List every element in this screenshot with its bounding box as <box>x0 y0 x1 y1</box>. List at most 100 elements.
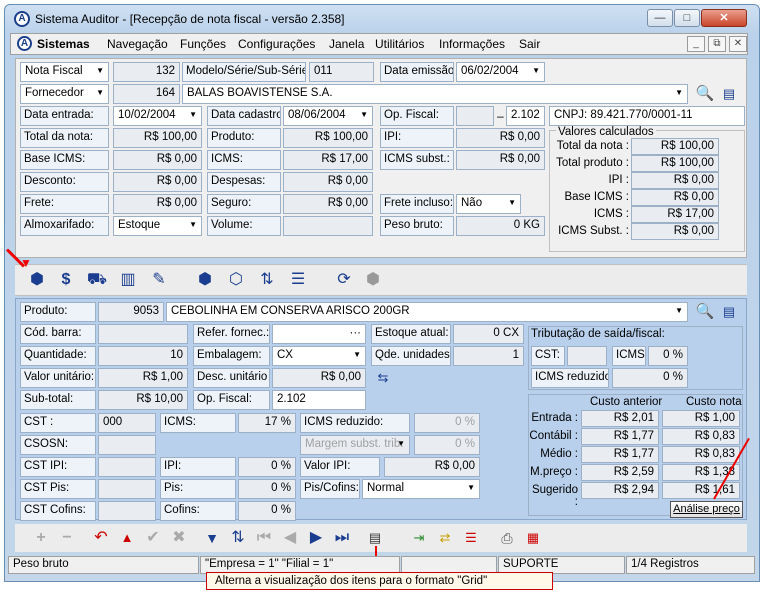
mdi-close-button[interactable]: ✕ <box>729 36 747 52</box>
desc-unitario-field[interactable]: R$ 0,00 <box>272 368 366 388</box>
qde-unidades-value[interactable]: 1 <box>453 346 524 366</box>
menu-sair[interactable]: Sair <box>519 37 540 51</box>
mdi-restore-button[interactable]: ⧉ <box>708 36 726 52</box>
next-record-icon[interactable]: ▶ <box>305 527 327 549</box>
cst-cofins-label: CST Cofins: <box>20 501 96 521</box>
last-record-icon[interactable]: ⏭ <box>331 527 353 549</box>
cst-pis-field[interactable] <box>98 479 156 499</box>
item-produto-code[interactable]: 9053 <box>98 302 164 322</box>
menu-utilitarios[interactable]: Utilitários <box>375 37 424 51</box>
emission-date-field[interactable]: 06/02/2004 <box>456 62 545 82</box>
analise-preco-button[interactable]: Análise preço <box>670 501 743 518</box>
doc-type-select[interactable]: Nota Fiscal <box>20 62 109 82</box>
grid-view-icon[interactable]: ▤ <box>718 83 740 105</box>
valor-unitario-field[interactable]: R$ 1,00 <box>98 368 188 388</box>
confirm-icon[interactable]: ✔ <box>142 527 164 549</box>
seguro-value[interactable]: R$ 0,00 <box>283 194 373 214</box>
prev-record-icon[interactable]: ◀ <box>279 527 301 549</box>
frete-incluso-select[interactable]: Não <box>456 194 521 214</box>
search-icon[interactable]: 🔍 <box>694 83 716 105</box>
party-type-select[interactable]: Fornecedor <box>20 84 109 104</box>
op-fiscal-field[interactable]: 2.102 <box>506 106 545 126</box>
first-record-icon[interactable]: ⏮ <box>253 527 275 549</box>
menu-informacoes[interactable]: Informações <box>439 37 505 51</box>
cst-ipi-field[interactable] <box>98 457 156 477</box>
cod-barra-field[interactable] <box>98 324 188 344</box>
ipi-label: IPI: <box>380 128 454 148</box>
menu-janela[interactable]: Janela <box>329 37 364 51</box>
reg-date-field[interactable]: 08/06/2004 <box>283 106 373 126</box>
close-button[interactable]: ✕ <box>701 9 747 27</box>
embalagem-select[interactable]: CX <box>272 346 366 366</box>
peso-value[interactable]: 0 KG <box>456 216 545 236</box>
item-ipi-field[interactable]: 0 % <box>238 457 296 477</box>
sort-icon[interactable]: ⇅ <box>256 269 278 291</box>
trib-red-field[interactable]: 0 % <box>612 368 688 388</box>
seguro-label: Seguro: <box>207 194 281 214</box>
pis-cofins-select[interactable]: Normal <box>362 479 480 499</box>
margem-select[interactable]: Margem subst. trib. <box>300 435 410 455</box>
entry-date-field[interactable]: 10/02/2004 <box>113 106 202 126</box>
hexagon-icon[interactable]: ⬢ <box>362 269 384 291</box>
model-field[interactable]: 011 <box>309 62 374 82</box>
transfer-icon[interactable]: ⇄ <box>434 527 456 549</box>
volume-field[interactable] <box>283 216 373 236</box>
cst-field[interactable]: 000 <box>98 413 156 433</box>
sort-icon[interactable]: ⇅ <box>227 527 249 549</box>
warning-icon[interactable]: ▲ <box>116 527 138 549</box>
filter-icon[interactable]: ▼ <box>201 527 223 549</box>
valor-ipi-field: R$ 0,00 <box>384 457 480 477</box>
trib-cst-field[interactable] <box>567 346 607 366</box>
cancel-icon[interactable]: ✖ <box>168 527 190 549</box>
edit-icon[interactable]: ✎ <box>148 269 170 291</box>
cofins-field[interactable]: 0 % <box>238 501 296 521</box>
box-icon[interactable]: ⬢ <box>26 269 48 291</box>
cst-cofins-field[interactable] <box>98 501 156 521</box>
supplier-name-select[interactable]: BALAS BOAVISTENSE S.A. <box>182 84 688 104</box>
ref-fornec-button[interactable]: ··· <box>272 324 366 344</box>
despesas-value[interactable]: R$ 0,00 <box>283 172 373 192</box>
convert-icon[interactable]: ⇆ <box>372 367 394 389</box>
base-icms-label: Base ICMS: <box>20 150 109 170</box>
import-icon[interactable]: ⇥ <box>408 527 430 549</box>
grid-view-icon[interactable]: ▤ <box>718 301 740 323</box>
maximize-button[interactable]: □ <box>674 9 700 27</box>
menu-funcoes[interactable]: Funções <box>180 37 226 51</box>
icms-value: R$ 17,00 <box>283 150 373 170</box>
doc-number-field[interactable]: 132 <box>113 62 180 82</box>
search-icon[interactable]: 🔍 <box>694 301 716 323</box>
calc-value: R$ 100,00 <box>631 155 719 172</box>
delete-list-icon[interactable]: ☰ <box>460 527 482 549</box>
calendar-icon[interactable]: ▦ <box>522 527 544 549</box>
minimize-button[interactable]: — <box>647 9 673 27</box>
add-icon[interactable]: + <box>30 527 52 549</box>
desconto-value[interactable]: R$ 0,00 <box>113 172 202 192</box>
frete-value[interactable]: R$ 0,00 <box>113 194 202 214</box>
pis-field[interactable]: 0 % <box>238 479 296 499</box>
margem-field[interactable]: 0 % <box>414 435 480 455</box>
op-fiscal-prefix[interactable] <box>456 106 494 126</box>
remove-icon[interactable]: − <box>56 527 78 549</box>
quantidade-field[interactable]: 10 <box>98 346 188 366</box>
truck-icon[interactable]: ⛟ <box>86 269 108 291</box>
item-produto-select[interactable]: CEBOLINHA EM CONSERVA ARISCO 200GR <box>166 302 688 322</box>
box-open-icon[interactable]: ⬡ <box>225 269 247 291</box>
item-icms-field[interactable]: 17 % <box>238 413 296 433</box>
undo-icon[interactable]: ↶ <box>90 527 112 549</box>
money-icon[interactable]: $ <box>55 269 77 291</box>
mdi-minimize-button[interactable]: _ <box>687 36 705 52</box>
item-op-fiscal-field[interactable]: 2.102 <box>272 390 366 410</box>
book-icon[interactable]: ▥ <box>117 269 139 291</box>
refresh-icon[interactable]: ⟳ <box>333 269 355 291</box>
supplier-code-field[interactable]: 164 <box>113 84 180 104</box>
list-icon[interactable]: ☰ <box>287 269 309 291</box>
trib-icms-field[interactable]: 0 % <box>648 346 688 366</box>
menu-sistemas[interactable]: Sistemas <box>37 37 90 51</box>
csosn-field[interactable] <box>98 435 156 455</box>
box-icon[interactable]: ⬢ <box>194 269 216 291</box>
icms-reduzido-field[interactable]: 0 % <box>414 413 480 433</box>
menu-navegacao[interactable]: Navegação <box>107 37 168 51</box>
print-icon[interactable]: ⎙ <box>496 527 518 549</box>
menu-configuracoes[interactable]: Configurações <box>238 37 315 51</box>
almoxarifado-select[interactable]: Estoque <box>113 216 202 236</box>
